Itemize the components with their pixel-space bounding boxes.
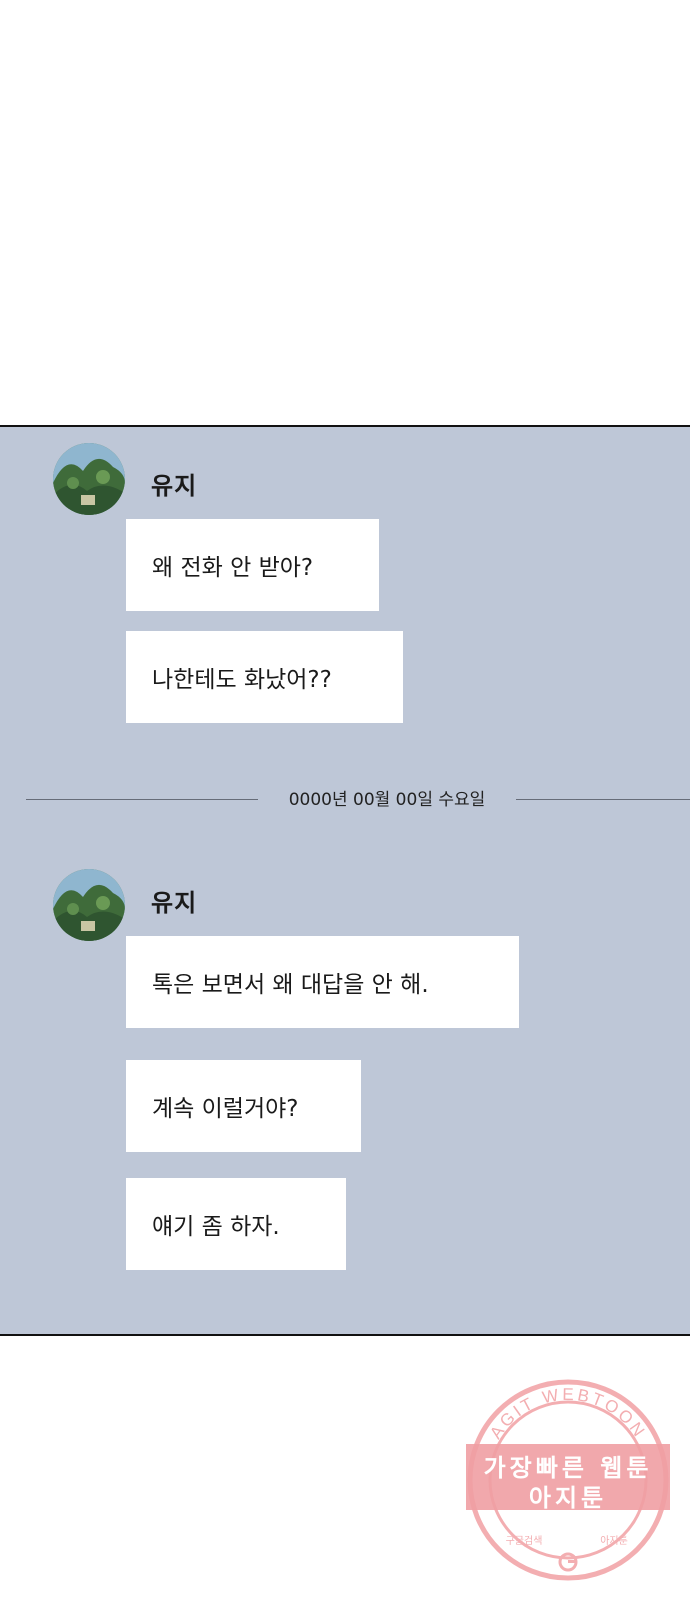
svg-text:AGIT WEBTOON: AGIT WEBTOON xyxy=(486,1385,650,1442)
watermark-line2: 아지툰 xyxy=(528,1484,608,1512)
avatar[interactable] xyxy=(53,869,125,941)
message-bubble: 톡은 보면서 왜 대답을 안 해. xyxy=(126,936,519,1028)
divider-line xyxy=(26,799,258,800)
message-bubble: 나한테도 화났어?? xyxy=(126,631,403,723)
divider-line xyxy=(516,799,690,800)
date-separator: 0000년 00월 00일 수요일 xyxy=(26,788,690,812)
svg-text:구글검색: 구글검색 xyxy=(506,1535,543,1547)
sender-name: 유지 xyxy=(151,472,198,500)
avatar[interactable] xyxy=(53,443,125,515)
svg-text:아지툰: 아지툰 xyxy=(600,1535,628,1547)
message-bubble: 얘기 좀 하자. xyxy=(126,1178,346,1270)
message-bubble: 왜 전화 안 받아? xyxy=(126,519,379,611)
watermark-stamp: AGIT WEBTOON 구글검색 아지툰 가장빠른 웹툰 아지툰 xyxy=(466,1376,670,1584)
date-label: 0000년 00월 00일 수요일 xyxy=(288,790,486,810)
message-bubble: 계속 이럴거야? xyxy=(126,1060,361,1152)
sender-name: 유지 xyxy=(151,889,198,917)
